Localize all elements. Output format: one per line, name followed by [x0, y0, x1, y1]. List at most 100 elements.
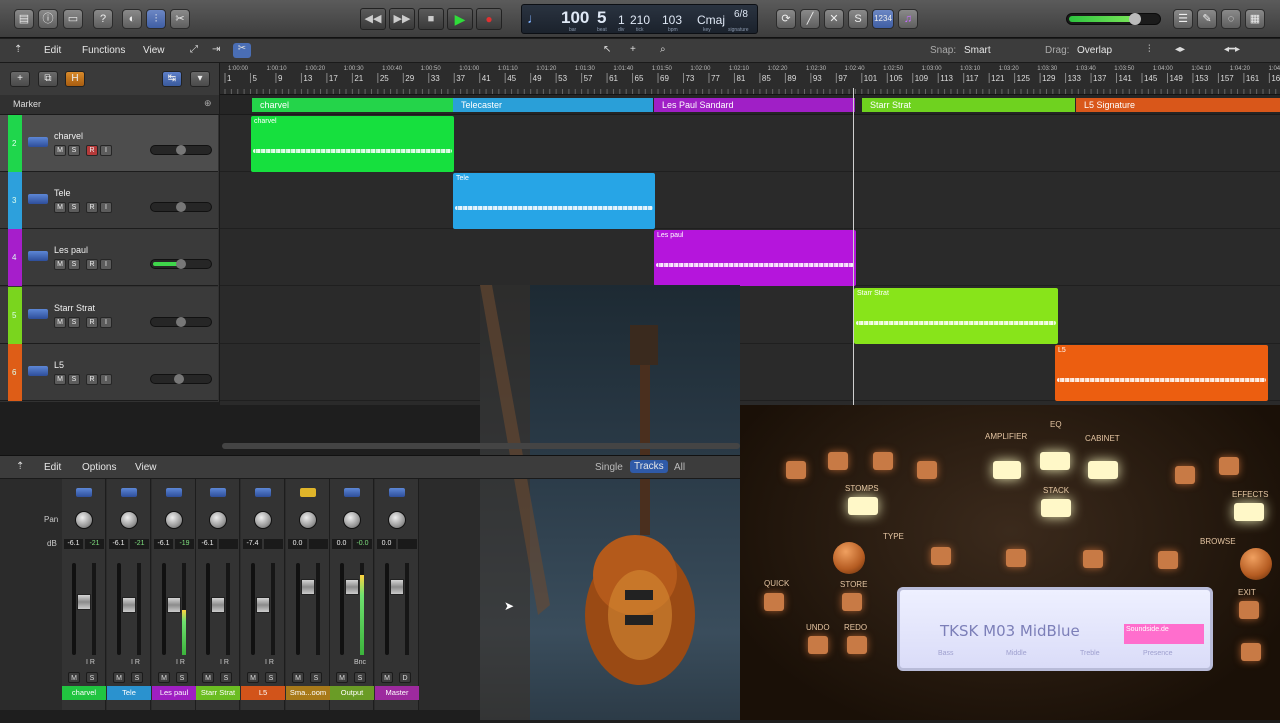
- volume-fader-cap[interactable]: [167, 597, 181, 613]
- track-lane[interactable]: charvel: [220, 115, 1280, 172]
- record-button[interactable]: ●: [476, 8, 502, 30]
- record-enable-button[interactable]: R: [86, 259, 98, 270]
- volume-fader-cap[interactable]: [77, 594, 91, 610]
- marker-starr-strat[interactable]: Starr Strat: [862, 98, 1075, 112]
- marker-l5-signature[interactable]: L5 Signature: [1076, 98, 1280, 112]
- volume-db-value[interactable]: -6.1: [154, 539, 173, 549]
- mute-button[interactable]: M: [336, 672, 348, 683]
- tracks-area[interactable]: charvel Tele Les paul Starr Strat L5: [220, 115, 1280, 405]
- volume-fader-track[interactable]: [206, 563, 225, 655]
- solo-button[interactable]: S: [354, 672, 366, 683]
- toolbar-icon[interactable]: ▭: [63, 9, 83, 29]
- count-in-icon[interactable]: 1234: [872, 9, 894, 29]
- pointer-tool-icon[interactable]: ↖: [603, 44, 611, 55]
- input-slot-icon[interactable]: [389, 488, 405, 497]
- audio-region[interactable]: Starr Strat: [854, 288, 1058, 344]
- catch-icon[interactable]: ⇥: [212, 44, 220, 55]
- hide-button[interactable]: H: [65, 71, 85, 87]
- mute-button[interactable]: M: [158, 672, 170, 683]
- audio-region[interactable]: Les paul: [654, 230, 856, 286]
- track-lane[interactable]: L5: [220, 344, 1280, 401]
- stop-button[interactable]: ■: [418, 8, 444, 30]
- volume-fader-track[interactable]: [72, 563, 91, 655]
- track-lane[interactable]: Starr Strat: [220, 287, 1280, 344]
- mute-button[interactable]: M: [54, 317, 66, 328]
- channel-name[interactable]: charvel: [62, 686, 106, 700]
- volume-fader-cap[interactable]: [301, 579, 315, 595]
- replace-icon[interactable]: S: [848, 9, 868, 29]
- solo-button[interactable]: D: [399, 672, 411, 683]
- volume-fader-track[interactable]: [296, 563, 315, 655]
- pan-knob[interactable]: [299, 511, 317, 529]
- record-enable-button[interactable]: R: [86, 374, 98, 385]
- waveform-zoom-icon[interactable]: ⫶: [1148, 44, 1151, 55]
- track-header[interactable]: 6 L5 M S R I: [0, 344, 218, 401]
- input-monitor-button[interactable]: I: [100, 145, 112, 156]
- input-monitor-button[interactable]: I: [100, 202, 112, 213]
- functions-menu[interactable]: Functions: [82, 45, 125, 56]
- track-options-icon[interactable]: ▾: [190, 71, 210, 87]
- timeline-ruler[interactable]: 1 5 9 13 17 21 25 29 33 37 41 45 49 53 57 61 65 69 73 77 81 8…: [220, 63, 1280, 95]
- mute-button[interactable]: M: [292, 672, 304, 683]
- record-enable-button[interactable]: R: [86, 202, 98, 213]
- mute-button[interactable]: M: [202, 672, 214, 683]
- input-slot-icon[interactable]: [166, 488, 182, 497]
- track-header[interactable]: 5 Starr Strat M S R I: [0, 287, 218, 344]
- input-slot-icon[interactable]: [300, 488, 316, 497]
- horizontal-scrollbar[interactable]: [222, 443, 740, 449]
- tuner-icon[interactable]: ╱: [800, 9, 820, 29]
- channel-name[interactable]: Tele: [107, 686, 151, 700]
- flex-icon[interactable]: ⤢: [190, 44, 198, 55]
- audio-region[interactable]: charvel: [251, 116, 454, 172]
- track-name[interactable]: Starr Strat: [54, 303, 95, 313]
- record-enable-button[interactable]: R: [86, 145, 98, 156]
- pan-knob[interactable]: [254, 511, 272, 529]
- audio-region[interactable]: L5: [1055, 345, 1268, 401]
- marker-charvel[interactable]: charvel: [252, 98, 453, 112]
- channel-name[interactable]: Sma...oom: [286, 686, 330, 700]
- pan-knob[interactable]: [343, 511, 361, 529]
- library-icon[interactable]: ▤: [14, 9, 34, 29]
- play-button[interactable]: ▶: [447, 8, 473, 30]
- quick-help-icon[interactable]: ?: [93, 9, 113, 29]
- back-arrow-icon[interactable]: ⇡: [14, 44, 22, 55]
- solo-button[interactable]: S: [68, 259, 80, 270]
- lcd-display[interactable]: ♩ 100 5 1 210 103 Cmaj 6/8 bar beat div …: [521, 4, 758, 34]
- channel-name[interactable]: L5: [241, 686, 285, 700]
- input-record-buttons[interactable]: I R: [86, 659, 95, 666]
- solo-button[interactable]: S: [86, 672, 98, 683]
- volume-fader-cap[interactable]: [256, 597, 270, 613]
- volume-knob[interactable]: [176, 145, 186, 155]
- track-volume-slider[interactable]: [150, 145, 212, 155]
- mute-button[interactable]: M: [54, 374, 66, 385]
- master-volume-knob[interactable]: [1129, 13, 1141, 25]
- pan-knob[interactable]: [120, 511, 138, 529]
- loop-browser-icon[interactable]: ◌: [1221, 9, 1241, 29]
- track-volume-slider[interactable]: [150, 259, 212, 269]
- solo-icon[interactable]: ✕: [824, 9, 844, 29]
- edit-menu[interactable]: Edit: [44, 45, 61, 56]
- inspector-icon[interactable]: ⓘ: [38, 9, 58, 29]
- track-name[interactable]: L5: [54, 360, 64, 370]
- pan-knob[interactable]: [75, 511, 93, 529]
- rewind-button[interactable]: ◀◀: [360, 8, 386, 30]
- volume-db-value[interactable]: -6.1: [109, 539, 128, 549]
- volume-fader-track[interactable]: [340, 563, 359, 655]
- mute-button[interactable]: M: [247, 672, 259, 683]
- volume-fader-cap[interactable]: [390, 579, 404, 595]
- marker-les-paul-sandard[interactable]: Les Paul Sandard: [654, 98, 855, 112]
- track-name[interactable]: charvel: [54, 131, 83, 141]
- mute-button[interactable]: M: [54, 145, 66, 156]
- mixer-tracks-tab[interactable]: Tracks: [630, 460, 668, 473]
- input-record-buttons[interactable]: I R: [131, 659, 140, 666]
- flex-view-icon[interactable]: ↹: [162, 71, 182, 87]
- metronome-click-icon[interactable]: ♫: [898, 9, 918, 29]
- channel-name[interactable]: Starr Strat: [196, 686, 240, 700]
- volume-fader-track[interactable]: [117, 563, 136, 655]
- scissors-icon[interactable]: ✂: [233, 43, 251, 58]
- input-monitor-button[interactable]: I: [100, 317, 112, 328]
- input-record-buttons[interactable]: I R: [176, 659, 185, 666]
- pan-knob[interactable]: [165, 511, 183, 529]
- volume-knob[interactable]: [176, 202, 186, 212]
- view-menu[interactable]: View: [143, 45, 165, 56]
